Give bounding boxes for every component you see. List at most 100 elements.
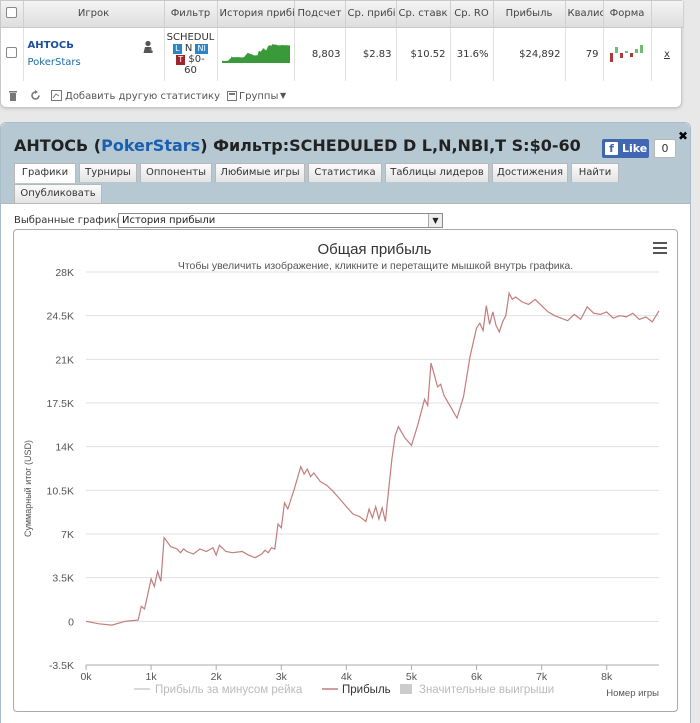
facebook-icon: f <box>605 142 618 155</box>
tab-statistics[interactable]: Статистика <box>308 163 382 182</box>
tab-graphs[interactable]: Графики <box>14 163 76 183</box>
filter-amount-line: T $0- <box>165 54 217 66</box>
chart-title: Общая прибыль <box>317 241 431 258</box>
graph-select-label: Выбранные графики: <box>14 215 127 226</box>
x-tick-label: 0k <box>80 671 92 683</box>
chevron-down-icon[interactable]: ▼ <box>280 91 286 100</box>
filter-tag-blue: L <box>173 44 182 55</box>
profit-cell: $24,892 <box>493 27 566 81</box>
x-tick-label: 4k <box>341 671 353 683</box>
row-checkbox[interactable] <box>6 47 18 59</box>
legend-item-profit: Прибыль <box>342 684 391 696</box>
y-tick-label: -3.5K <box>49 660 74 672</box>
facebook-like-label: Like <box>622 142 648 155</box>
form-chart <box>610 44 643 62</box>
col-header-history[interactable]: История прибі <box>217 1 295 28</box>
x-tick-label: 3k <box>276 671 288 683</box>
y-tick-label: 3.5K <box>52 573 74 585</box>
count-cell: 8,803 <box>294 27 346 81</box>
legend-item-net-profit: Прибыль за минусом рейка <box>155 684 303 696</box>
filter-tag-blue-2: NI <box>195 44 208 55</box>
form-cell <box>603 27 652 81</box>
groups-icon[interactable] <box>227 91 237 101</box>
tab-leaderboards[interactable]: Таблицы лидеров <box>385 163 489 182</box>
col-header-avg-roi[interactable]: Ср. RO <box>450 1 494 28</box>
panel-title: АНТОСЬ (PokerStars) Фильтр:SCHEDULED D L… <box>14 136 581 155</box>
ability-cell: 79 <box>565 27 604 81</box>
col-header-ability[interactable]: Квалис <box>565 1 604 28</box>
remove-row-link[interactable]: x <box>651 27 684 81</box>
select-all-checkbox[interactable] <box>6 6 18 18</box>
player-name-link[interactable]: АНТОСЬ <box>28 40 160 51</box>
profit-series-line <box>85 291 660 626</box>
col-header-filter[interactable]: Фильтр <box>164 1 218 28</box>
panel-title-player: АНТОСЬ <box>14 136 89 155</box>
table-row: АНТОСЬ PokerStars SCHEDUL L N NI T $0- 6… <box>1 27 684 81</box>
profit-chart[interactable]: Общая прибыль Чтобы увеличить изображение… <box>13 229 678 712</box>
x-tick-label: 6k <box>471 671 483 683</box>
chart-subtitle: Чтобы увеличить изображение, кликните и … <box>178 260 573 272</box>
tab-search[interactable]: Найти <box>571 163 619 182</box>
legend-symbol-big-wins <box>400 684 412 694</box>
chart-menu-icon[interactable] <box>653 242 667 254</box>
tab-favorite-games[interactable]: Любимые игры <box>215 163 305 182</box>
filter-tag-red: T <box>176 55 186 66</box>
player-site-link[interactable]: PokerStars <box>28 57 160 68</box>
legend-item-big-wins: Значительные выигрыши <box>419 684 554 696</box>
tab-opponents[interactable]: Оппоненты <box>140 163 212 182</box>
x-tick-label: 5k <box>406 671 418 683</box>
tab-achievements[interactable]: Достижения <box>492 163 568 182</box>
col-header-avg-stake[interactable]: Ср. ставк <box>396 1 451 28</box>
chevron-down-icon[interactable]: ▼ <box>428 214 442 227</box>
profit-sparkline[interactable] <box>220 42 292 64</box>
facebook-like-button[interactable]: f Like <box>602 139 649 158</box>
select-all-checkbox-cell[interactable] <box>1 1 24 28</box>
trash-icon[interactable] <box>8 90 18 101</box>
history-sparkline-cell[interactable] <box>217 27 295 81</box>
refresh-icon[interactable] <box>30 90 41 101</box>
col-header-count[interactable]: Подсчет <box>294 1 346 28</box>
player-panel: АНТОСЬ (PokerStars) Фильтр:SCHEDULED D L… <box>0 122 691 723</box>
player-profile-icon[interactable] <box>142 40 154 54</box>
x-tick-label: 2k <box>211 671 223 683</box>
x-tick-label: 7k <box>536 671 548 683</box>
add-stats-icon[interactable] <box>51 90 62 101</box>
table-header-row: Игрок Фильтр История прибі Подсчет Ср. п… <box>1 1 684 28</box>
col-header-profit[interactable]: Прибыль <box>493 1 566 28</box>
filter-cell: SCHEDUL L N NI T $0- 60 <box>164 27 218 81</box>
filter-tags: L N NI <box>165 43 217 55</box>
add-stats-link[interactable]: Добавить другую статистику <box>65 91 220 102</box>
y-tick-label: 10.5K <box>47 485 74 497</box>
groups-dropdown[interactable]: Группы <box>239 91 278 102</box>
graph-select[interactable]: История прибыли ▼ <box>118 213 443 228</box>
tab-publish[interactable]: Опубликовать <box>14 184 102 203</box>
y-tick-label: 24.5K <box>47 311 74 323</box>
results-table: Игрок Фильтр История прибі Подсчет Ср. п… <box>1 1 684 81</box>
panel-title-site-link[interactable]: PokerStars <box>101 136 200 155</box>
x-axis-title: Номер игры <box>606 688 659 699</box>
profit-chart-svg[interactable]: Общая прибыль Чтобы увеличить изображение… <box>14 230 677 711</box>
table-toolbar: Добавить другую статистику Группы ▼ <box>1 83 683 109</box>
row-checkbox-cell[interactable] <box>1 27 24 81</box>
y-tick-label: 21K <box>55 354 74 366</box>
graph-select-value: История прибыли <box>122 215 216 226</box>
panel-header: АНТОСЬ (PokerStars) Фильтр:SCHEDULED D L… <box>1 123 690 203</box>
col-header-form[interactable]: Форма <box>603 1 652 28</box>
tab-tournaments[interactable]: Турниры <box>79 163 137 182</box>
filter-amount: $0- <box>188 54 205 66</box>
col-header-blank <box>651 1 684 28</box>
filter-line1: SCHEDUL <box>166 32 215 44</box>
sparkline-area <box>221 43 290 63</box>
facebook-like-count: 0 <box>654 139 676 158</box>
y-tick-label: 0 <box>68 616 74 628</box>
x-tick-label: 8k <box>601 671 613 683</box>
col-header-avg-profit[interactable]: Ср. прибі <box>345 1 397 28</box>
y-tick-label: 7K <box>61 529 74 541</box>
player-cell: АНТОСЬ PokerStars <box>23 27 165 81</box>
avg-stake-cell: $10.52 <box>396 27 451 81</box>
filter-letter: N <box>184 43 193 55</box>
filter-amount2: 60 <box>184 65 197 77</box>
close-icon[interactable]: ✖ <box>678 129 688 143</box>
y-tick-label: 28K <box>55 267 74 279</box>
col-header-player[interactable]: Игрок <box>23 1 165 28</box>
